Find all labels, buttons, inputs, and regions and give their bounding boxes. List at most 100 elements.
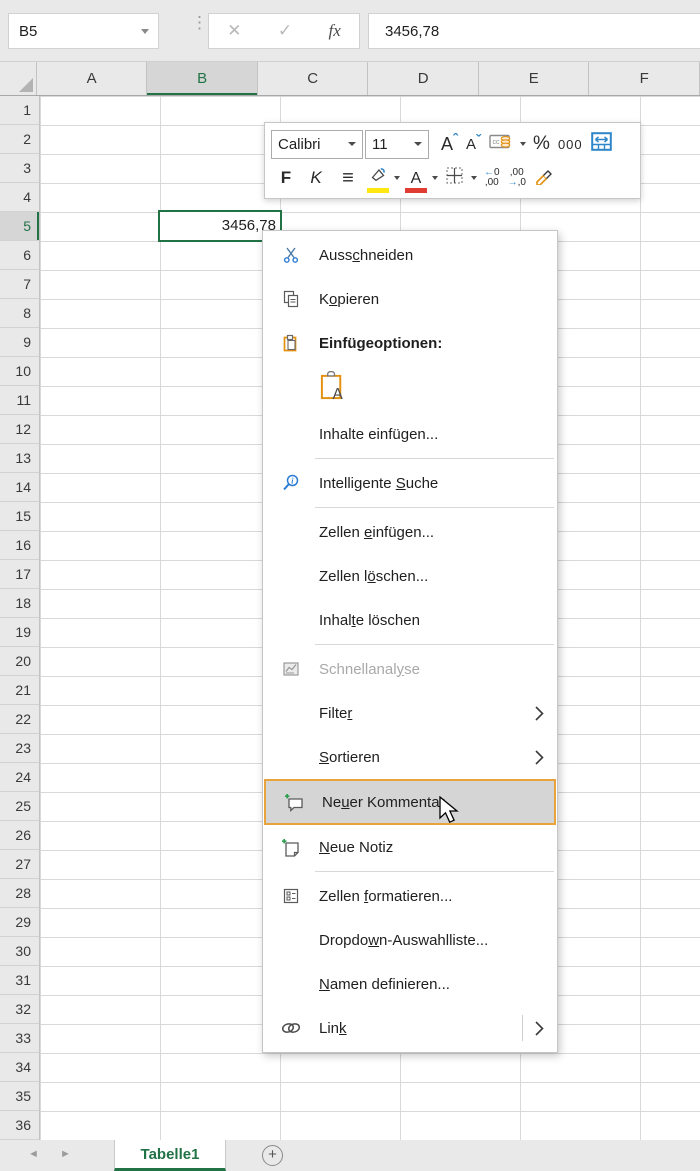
row-header-7[interactable]: 7 (0, 270, 39, 299)
chevron-down-icon[interactable] (432, 176, 438, 180)
previous-sheet-icon[interactable]: ◄ (28, 1148, 39, 1160)
row-header-5[interactable]: 5 (0, 212, 39, 241)
menu-item-cut[interactable]: Ausschneiden (263, 233, 557, 277)
column-header-b[interactable]: B (147, 62, 258, 95)
menu-item-delete-cells[interactable]: Zellen löschen... (263, 554, 557, 598)
formula-buttons: ✕ ✓ fx (208, 13, 360, 49)
borders-icon (445, 166, 464, 190)
paste-option-keep-source[interactable]: A (263, 365, 557, 412)
row-header-17[interactable]: 17 (0, 560, 39, 589)
row-header-36[interactable]: 36 (0, 1111, 39, 1140)
chevron-down-icon[interactable] (394, 176, 400, 180)
select-all-button[interactable] (0, 62, 37, 95)
menu-item-label: Inhalte löschen (319, 612, 420, 629)
menu-item-sort[interactable]: Sortieren (263, 735, 557, 779)
row-header-4[interactable]: 4 (0, 183, 39, 212)
chevron-down-icon[interactable] (520, 142, 526, 146)
row-header-2[interactable]: 2 (0, 125, 39, 154)
menu-item-format-cells[interactable]: Zellen formatieren... (263, 874, 557, 918)
confirm-entry-icon[interactable]: ✓ (278, 21, 292, 41)
row-header-30[interactable]: 30 (0, 937, 39, 966)
add-sheet-button[interactable]: + (262, 1145, 283, 1166)
row-header-8[interactable]: 8 (0, 299, 39, 328)
decrease-font-size-button[interactable]: Aˇ (462, 129, 485, 159)
menu-item-copy[interactable]: Kopieren (263, 277, 557, 321)
cancel-entry-icon[interactable]: ✕ (227, 21, 241, 41)
row-header-10[interactable]: 10 (0, 357, 39, 386)
chevron-down-icon (414, 142, 422, 146)
font-size-select[interactable]: 11 (365, 130, 429, 159)
menu-item-filter[interactable]: Filter (263, 691, 557, 735)
menu-item-paste-special[interactable]: Inhalte einfügen... (263, 412, 557, 456)
format-painter-icon (534, 166, 555, 190)
column-header-f[interactable]: F (589, 62, 700, 95)
row-header-23[interactable]: 23 (0, 734, 39, 763)
row-header-33[interactable]: 33 (0, 1024, 39, 1053)
comma-style-button[interactable]: 000 (554, 129, 587, 159)
menu-item-new-comment[interactable]: Neuer Kommentar (264, 779, 556, 825)
menu-item-paste-options[interactable]: Einfügeoptionen: (263, 321, 557, 365)
row-header-34[interactable]: 34 (0, 1053, 39, 1082)
fill-color-button[interactable] (365, 163, 391, 193)
insert-function-icon[interactable]: fx (329, 21, 341, 41)
italic-button[interactable]: K (301, 163, 331, 193)
row-header-3[interactable]: 3 (0, 154, 39, 183)
menu-item-clear-contents[interactable]: Inhalte löschen (263, 598, 557, 642)
autofit-column-button[interactable] (587, 129, 616, 159)
row-header-20[interactable]: 20 (0, 647, 39, 676)
name-box-dropdown-icon[interactable] (141, 29, 149, 34)
center-align-button[interactable]: ≡ (331, 163, 365, 193)
font-name-select[interactable]: Calibri (271, 130, 363, 159)
row-header-27[interactable]: 27 (0, 850, 39, 879)
bold-button[interactable]: F (271, 163, 301, 193)
row-header-6[interactable]: 6 (0, 241, 39, 270)
row-header-16[interactable]: 16 (0, 531, 39, 560)
accounting-format-button[interactable]: cc (485, 129, 517, 159)
name-box[interactable]: B5 (8, 13, 159, 49)
row-header-9[interactable]: 9 (0, 328, 39, 357)
row-header-22[interactable]: 22 (0, 705, 39, 734)
borders-button[interactable] (441, 163, 468, 193)
increase-font-size-button[interactable]: Aˆ (437, 129, 462, 159)
menu-item-new-note[interactable]: Neue Notiz (263, 825, 557, 869)
menu-item-insert-cells[interactable]: Zellen einfügen... (263, 510, 557, 554)
row-header-29[interactable]: 29 (0, 908, 39, 937)
row-header-28[interactable]: 28 (0, 879, 39, 908)
row-header-12[interactable]: 12 (0, 415, 39, 444)
column-header-a[interactable]: A (37, 62, 148, 95)
column-header-c[interactable]: C (258, 62, 369, 95)
formula-input[interactable]: 3456,78 (368, 13, 700, 49)
row-header-21[interactable]: 21 (0, 676, 39, 705)
row-header-26[interactable]: 26 (0, 821, 39, 850)
chevron-down-icon[interactable] (471, 176, 477, 180)
font-color-button[interactable]: A (403, 163, 429, 193)
row-header-1[interactable]: 1 (0, 96, 39, 125)
tab-tabelle1[interactable]: Tabelle1 (114, 1140, 226, 1171)
context-menu: AusschneidenKopierenEinfügeoptionen:AInh… (262, 230, 558, 1053)
percent-style-button[interactable]: % (529, 129, 554, 159)
increase-decimal-button[interactable]: ←0 ,00 (480, 168, 504, 188)
next-sheet-icon[interactable]: ► (60, 1148, 71, 1160)
format-painter-button[interactable] (530, 163, 559, 193)
menu-item-dropdown-list[interactable]: Dropdown-Auswahlliste... (263, 918, 557, 962)
row-header-15[interactable]: 15 (0, 502, 39, 531)
row-header-19[interactable]: 19 (0, 618, 39, 647)
row-header-13[interactable]: 13 (0, 444, 39, 473)
submenu-chevron-icon (535, 1021, 544, 1036)
row-header-14[interactable]: 14 (0, 473, 39, 502)
decrease-decimal-button[interactable]: ,00 →,0 (504, 168, 530, 188)
menu-item-label: Schnellanalyse (319, 661, 420, 678)
row-header-31[interactable]: 31 (0, 966, 39, 995)
column-header-e[interactable]: E (479, 62, 590, 95)
row-header-24[interactable]: 24 (0, 763, 39, 792)
row-header-11[interactable]: 11 (0, 386, 39, 415)
menu-item-define-name[interactable]: Namen definieren... (263, 962, 557, 1006)
menu-item-smart-lookup[interactable]: iIntelligente Suche (263, 461, 557, 505)
menu-item-link[interactable]: Link (263, 1006, 557, 1050)
row-header-25[interactable]: 25 (0, 792, 39, 821)
row-header-32[interactable]: 32 (0, 995, 39, 1024)
row-header-35[interactable]: 35 (0, 1082, 39, 1111)
mouse-cursor-icon (438, 796, 460, 831)
column-header-d[interactable]: D (368, 62, 479, 95)
row-header-18[interactable]: 18 (0, 589, 39, 618)
